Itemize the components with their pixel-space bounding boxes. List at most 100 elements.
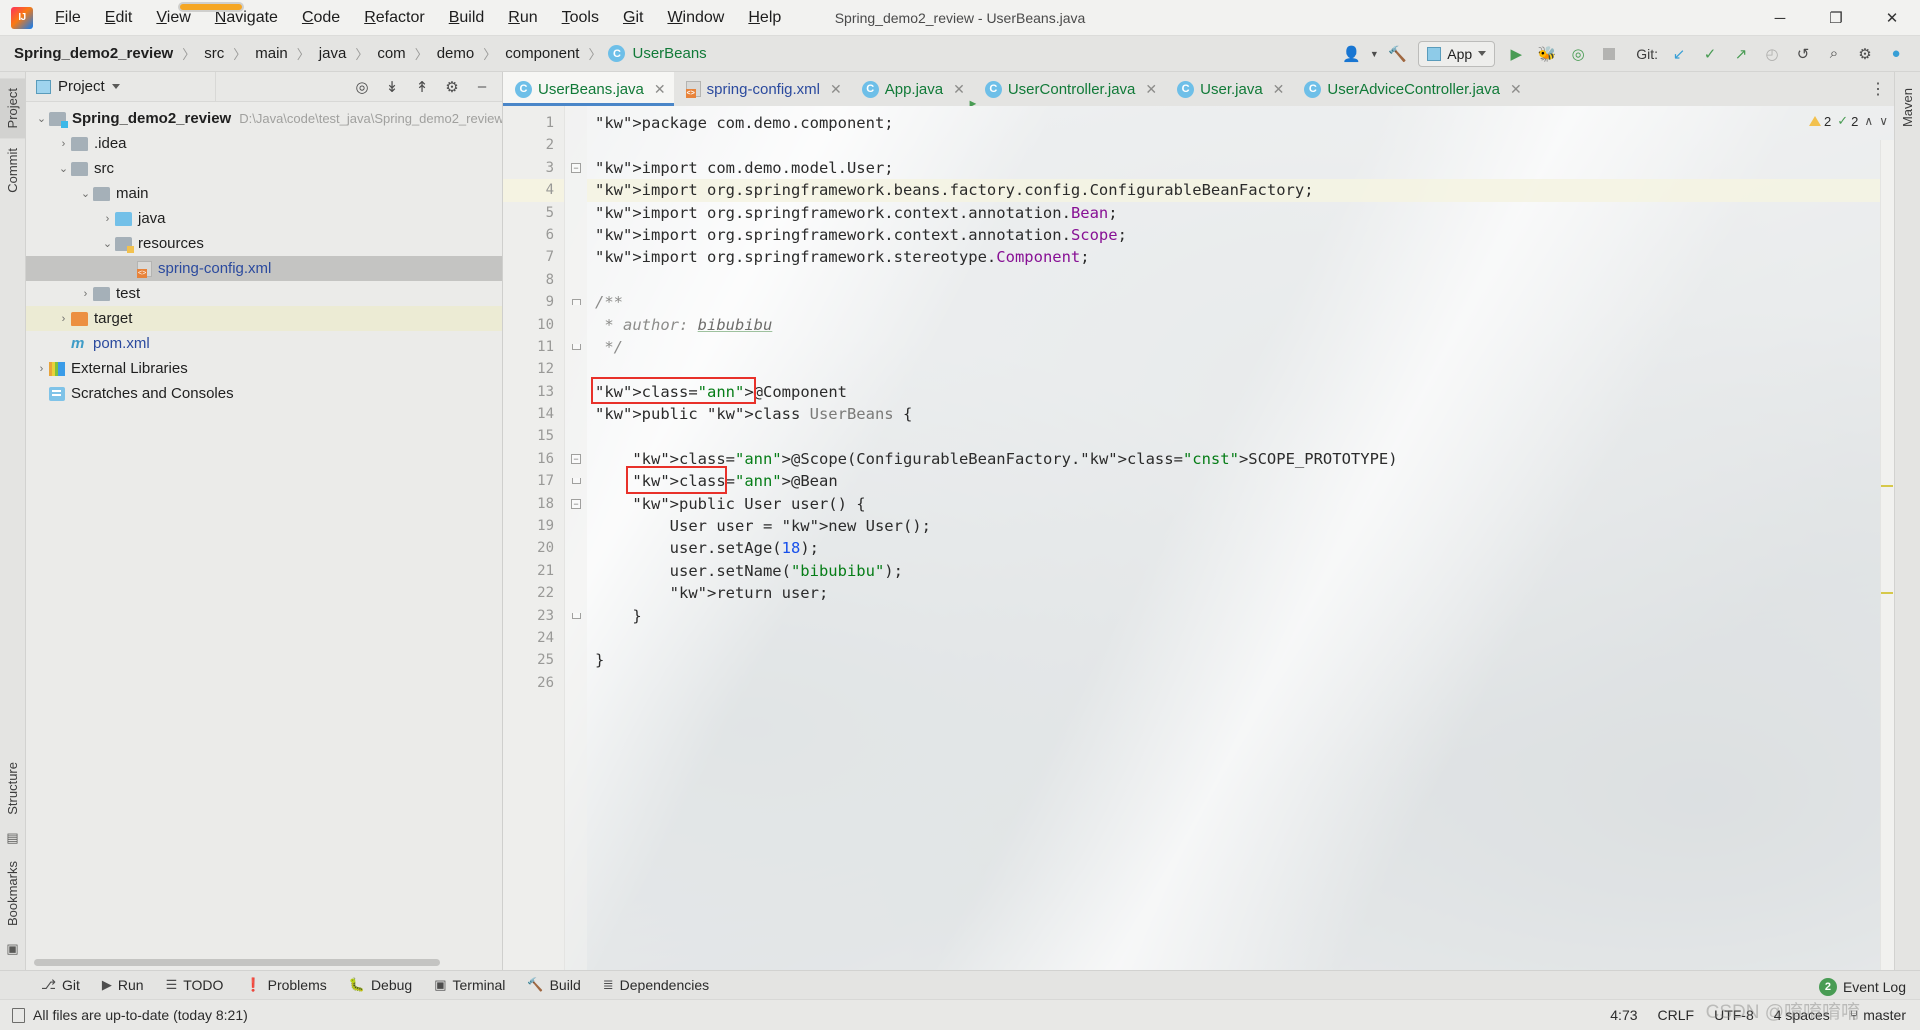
breadcrumb-item-java[interactable]: java bbox=[317, 43, 349, 64]
fold-marker[interactable] bbox=[565, 649, 587, 671]
expand-all-icon[interactable]: ↡ bbox=[378, 74, 406, 100]
breadcrumb-item-com[interactable]: com bbox=[375, 43, 407, 64]
chevron-right-icon[interactable]: › bbox=[56, 313, 71, 325]
tree-item-target[interactable]: › target bbox=[26, 306, 502, 331]
tool-window-button-dependencies[interactable]: ≣ Dependencies bbox=[594, 974, 718, 996]
code-line[interactable]: "kw">import org.springframework.beans.fa… bbox=[587, 179, 1894, 202]
editor-tab-useradvicecontroller-java[interactable]: C UserAdviceController.java ✕ bbox=[1292, 72, 1529, 106]
code-line[interactable]: user.setName("bibubibu"); bbox=[587, 560, 1894, 582]
code-line[interactable]: "kw">import org.springframework.context.… bbox=[587, 202, 1894, 224]
warning-count[interactable]: 2 bbox=[1809, 114, 1831, 129]
code-line[interactable]: * author: bibubibu bbox=[587, 314, 1894, 336]
code-line[interactable]: "kw">import com.demo.model.User; bbox=[587, 157, 1894, 179]
fold-marker[interactable] bbox=[565, 202, 587, 224]
debug-button[interactable]: 🐝 bbox=[1533, 41, 1561, 67]
fold-marker[interactable] bbox=[565, 336, 587, 358]
tool-window-button-terminal[interactable]: ▣ Terminal bbox=[425, 974, 514, 996]
code-text[interactable]: "kw">package com.demo.component; "kw">im… bbox=[587, 106, 1894, 970]
bookmarks-icon[interactable]: ▣ bbox=[0, 936, 25, 962]
editor-tab-app-java[interactable]: C App.java ✕ bbox=[850, 72, 973, 106]
git-push-icon[interactable]: ↗ bbox=[1727, 41, 1755, 67]
fold-marker[interactable] bbox=[565, 605, 587, 627]
fold-marker[interactable] bbox=[565, 560, 587, 582]
code-editor[interactable]: 1 2 3 4 5 6 7 8 9 10 11 12 13 14 15 16 17 18 19 20 21 22 23 24 2… bbox=[503, 106, 1894, 970]
code-line[interactable]: "kw">return user; bbox=[587, 582, 1894, 604]
close-tab-icon[interactable]: ✕ bbox=[654, 81, 666, 98]
scroll-from-source-icon[interactable]: ◎ bbox=[348, 74, 376, 100]
chevron-down-icon[interactable]: ▼ bbox=[1368, 41, 1380, 67]
fold-marker[interactable] bbox=[565, 582, 587, 604]
run-configuration-selector[interactable]: App bbox=[1418, 40, 1496, 67]
menu-git[interactable]: Git bbox=[611, 5, 655, 31]
event-log-widget[interactable]: 2 Event Log bbox=[1818, 978, 1906, 996]
code-line[interactable]: "kw">class="ann">@Scope(ConfigurableBean… bbox=[587, 448, 1894, 470]
chevron-right-icon[interactable]: › bbox=[56, 138, 71, 150]
breadcrumb-item-demo[interactable]: demo bbox=[435, 43, 477, 64]
tree-item-pom-xml[interactable]: ›mpom.xml bbox=[26, 331, 502, 356]
tool-tab-maven[interactable]: Maven bbox=[1895, 78, 1920, 137]
user-profile-icon[interactable]: 👤 bbox=[1337, 41, 1365, 67]
tree-item-src[interactable]: ⌄ src bbox=[26, 156, 502, 181]
fold-marker[interactable] bbox=[565, 314, 587, 336]
minimize-button[interactable]: ─ bbox=[1752, 0, 1808, 36]
close-tab-icon[interactable]: ✕ bbox=[1510, 81, 1522, 98]
editor-tabs-overflow-icon[interactable]: ⋮ bbox=[1862, 72, 1894, 106]
fold-marker[interactable]: − bbox=[565, 157, 587, 179]
tool-tab-commit[interactable]: Commit bbox=[0, 138, 25, 203]
menu-file[interactable]: File bbox=[43, 5, 93, 31]
code-line[interactable] bbox=[587, 425, 1894, 447]
editor-tab-userbeans-java[interactable]: C UserBeans.java ✕ bbox=[503, 72, 674, 106]
tool-tab-structure[interactable]: Structure bbox=[0, 752, 25, 825]
close-button[interactable]: ✕ bbox=[1864, 0, 1920, 36]
tree-item-idea[interactable]: › .idea bbox=[26, 131, 502, 156]
chevron-down-icon[interactable]: ⌄ bbox=[34, 112, 49, 125]
tool-window-button-build[interactable]: 🔨 Build bbox=[518, 974, 589, 996]
fold-marker[interactable] bbox=[565, 627, 587, 649]
git-history-icon[interactable]: ◴ bbox=[1758, 41, 1786, 67]
close-tab-icon[interactable]: ✕ bbox=[1273, 81, 1285, 98]
menu-window[interactable]: Window bbox=[655, 5, 736, 31]
fold-marker[interactable] bbox=[565, 537, 587, 559]
tree-item-test[interactable]: › test bbox=[26, 281, 502, 306]
fold-marker[interactable] bbox=[565, 358, 587, 380]
menu-help[interactable]: Help bbox=[736, 5, 793, 31]
fold-marker[interactable] bbox=[565, 425, 587, 447]
file-encoding[interactable]: UTF-8 bbox=[1714, 1007, 1754, 1023]
git-branch-widget[interactable]: ⑂ master bbox=[1850, 1007, 1906, 1023]
ai-assistant-icon[interactable]: ● bbox=[1882, 41, 1910, 67]
chevron-right-icon[interactable]: › bbox=[100, 213, 115, 225]
code-line[interactable]: user.setAge(18); bbox=[587, 537, 1894, 559]
line-separator[interactable]: CRLF bbox=[1658, 1007, 1695, 1023]
fold-marker[interactable] bbox=[565, 381, 587, 403]
error-stripe-markers[interactable] bbox=[1880, 140, 1894, 970]
code-line[interactable]: User user = "kw">new User(); bbox=[587, 515, 1894, 537]
tool-window-button-run[interactable]: ▶ Run bbox=[93, 974, 153, 996]
code-line[interactable]: } bbox=[587, 605, 1894, 627]
tree-item-main[interactable]: ⌄ main bbox=[26, 181, 502, 206]
menu-tools[interactable]: Tools bbox=[550, 5, 611, 31]
menu-edit[interactable]: Edit bbox=[93, 5, 145, 31]
chevron-down-icon[interactable]: ⌄ bbox=[100, 237, 115, 250]
hide-panel-icon[interactable]: – bbox=[468, 74, 496, 100]
breadcrumb-item-project[interactable]: Spring_demo2_review bbox=[12, 43, 175, 64]
caret-position[interactable]: 4:73 bbox=[1610, 1007, 1637, 1023]
tree-item-external-libraries[interactable]: › External Libraries bbox=[26, 356, 502, 381]
git-rollback-icon[interactable]: ↺ bbox=[1789, 41, 1817, 67]
close-tab-icon[interactable]: ✕ bbox=[830, 81, 842, 98]
project-view-selector[interactable]: Project bbox=[26, 71, 216, 102]
code-folding-gutter[interactable]: − − − bbox=[565, 106, 587, 970]
project-settings-gear-icon[interactable]: ⚙ bbox=[438, 74, 466, 100]
fold-marker[interactable] bbox=[565, 179, 587, 201]
fold-marker[interactable]: − bbox=[565, 448, 587, 470]
code-line[interactable]: "kw">public "kw">class UserBeans { bbox=[587, 403, 1894, 425]
chevron-right-icon[interactable]: › bbox=[78, 288, 93, 300]
tree-item-spring-demo2-review[interactable]: ⌄ Spring_demo2_review D:\Java\code\test_ja… bbox=[26, 106, 502, 131]
code-line[interactable]: "kw">public User user() { bbox=[587, 493, 1894, 515]
tool-tab-project[interactable]: Project bbox=[0, 78, 25, 139]
code-line[interactable] bbox=[587, 627, 1894, 649]
menu-run[interactable]: Run bbox=[496, 5, 549, 31]
code-line[interactable]: "kw">class="ann">@Component bbox=[587, 381, 1894, 403]
fold-marker[interactable] bbox=[565, 224, 587, 246]
code-line[interactable] bbox=[587, 134, 1894, 156]
tool-window-button-debug[interactable]: 🐛 Debug bbox=[340, 974, 421, 996]
